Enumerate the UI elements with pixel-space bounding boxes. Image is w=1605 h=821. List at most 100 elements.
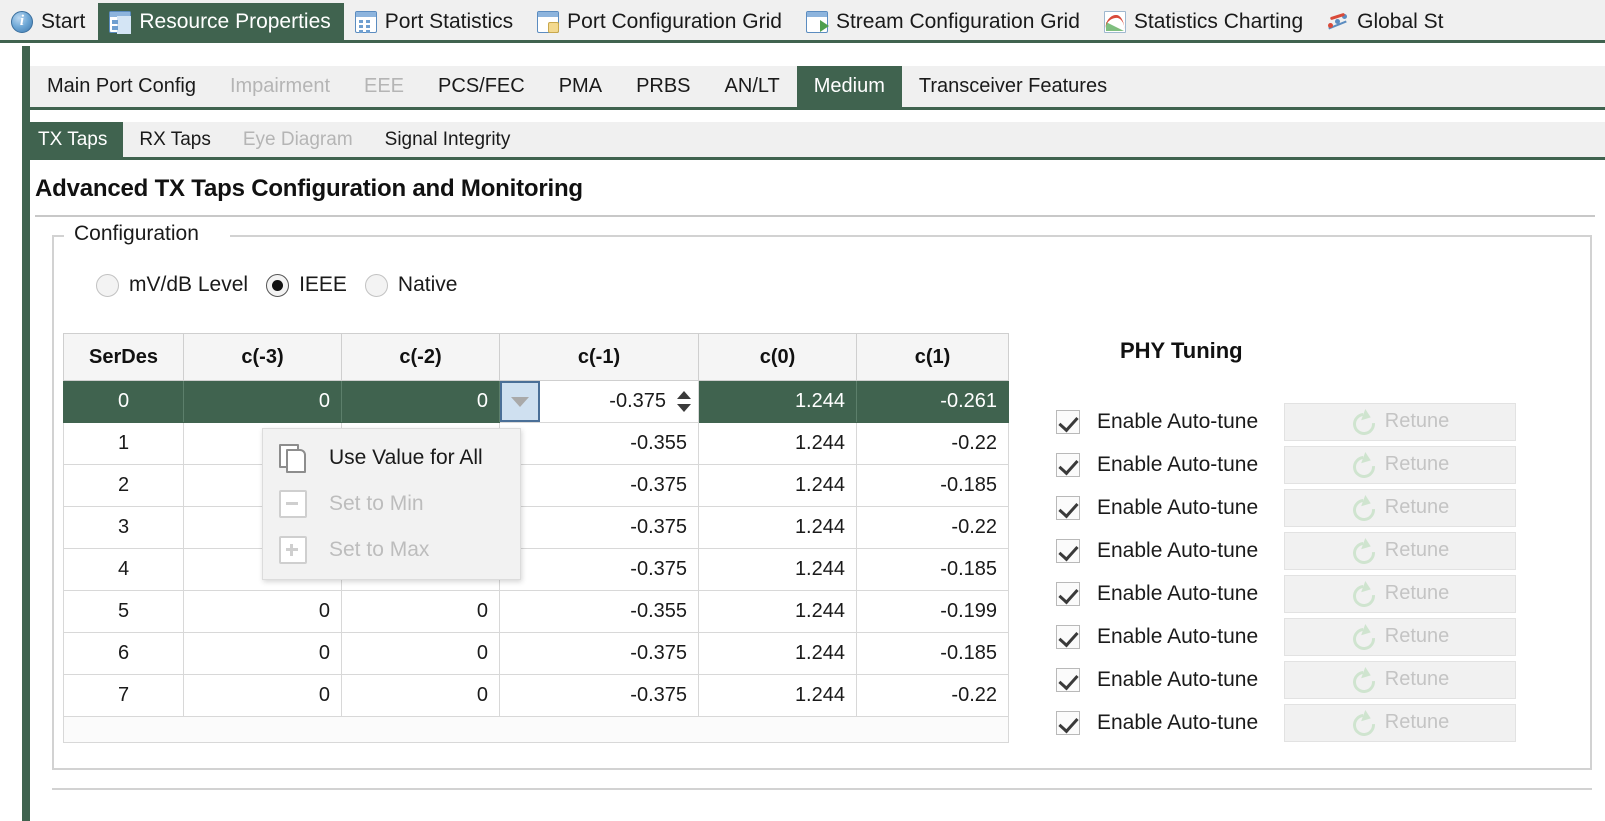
cell-SerDes[interactable]: 0: [63, 380, 184, 423]
cell-c-3[interactable]: 0: [183, 632, 342, 675]
enable-auto-tune-checkbox[interactable]: [1056, 538, 1080, 563]
editor-spinner[interactable]: [674, 381, 698, 422]
cell-c-3[interactable]: 0: [183, 590, 342, 633]
main-tab-statistics-charting[interactable]: Statistics Charting: [1093, 3, 1316, 40]
retune-button: Retune: [1284, 617, 1516, 656]
table-row[interactable]: 6 0 0 -0.375 1.244 -0.185: [63, 632, 1009, 675]
sub-tab-label: EEE: [364, 75, 405, 97]
enable-auto-tune-checkbox[interactable]: [1056, 710, 1080, 735]
cell-c1[interactable]: -0.261: [856, 380, 1009, 423]
table-row[interactable]: 100-0.3551.244-0.22: [63, 422, 1009, 465]
cell-c1[interactable]: -0.199: [856, 590, 1009, 633]
column-header-c-2[interactable]: c(-2): [341, 333, 500, 381]
cell-c-1[interactable]: -0.375: [499, 380, 699, 423]
table-row[interactable]: 5 0 0 -0.355 1.244 -0.199: [63, 590, 1009, 633]
cell-c1[interactable]: -0.185: [856, 632, 1009, 675]
enable-auto-tune-checkbox[interactable]: [1056, 409, 1080, 434]
radio-option-ieee[interactable]: IEEE: [266, 273, 365, 297]
level-mode-radio-group: mV/dB Level IEEE Native: [96, 273, 475, 297]
enable-auto-tune-checkbox[interactable]: [1056, 624, 1080, 649]
new-row-cell[interactable]: [63, 716, 1009, 743]
sub-tab-transceiver-features[interactable]: Transceiver Features: [902, 66, 1124, 107]
cell-SerDes[interactable]: 2: [63, 464, 184, 507]
sub-tab-an-lt[interactable]: AN/LT: [708, 66, 797, 107]
column-header-SerDes[interactable]: SerDes: [63, 333, 184, 381]
plus-box-icon: [279, 536, 307, 564]
main-tab-port-configuration-grid[interactable]: Port Configuration Grid: [526, 3, 795, 40]
radio-option-mv-db-level[interactable]: mV/dB Level: [96, 273, 266, 297]
cell-c0[interactable]: 1.244: [698, 380, 857, 423]
main-tab-label: Statistics Charting: [1133, 9, 1304, 33]
cell-c-2[interactable]: 0: [341, 590, 500, 633]
cell-SerDes[interactable]: 5: [63, 590, 184, 633]
inner-tab-signal-integrity[interactable]: Signal Integrity: [369, 122, 527, 157]
radio-button[interactable]: [96, 273, 119, 297]
sub-tab-label: PCS/FEC: [438, 75, 525, 97]
cell-c0[interactable]: 1.244: [698, 632, 857, 675]
column-header-c-3[interactable]: c(-3): [183, 333, 342, 381]
cell-c-3[interactable]: 0: [183, 674, 342, 717]
column-header-c1[interactable]: c(1): [856, 333, 1009, 381]
table-row[interactable]: 200-0.3751.244-0.185: [63, 464, 1009, 507]
cell-SerDes[interactable]: 1: [63, 422, 184, 465]
table-row[interactable]: 0 0 0 -0.375 1.244 -0.261: [63, 380, 1009, 423]
enable-auto-tune-checkbox[interactable]: [1056, 667, 1080, 692]
spinner-down-icon[interactable]: [677, 404, 691, 412]
main-tab-port-statistics[interactable]: Port Statistics: [344, 3, 526, 40]
cell-c-3[interactable]: 0: [183, 380, 342, 423]
sub-tab-prbs[interactable]: PRBS: [619, 66, 707, 107]
main-tab-start[interactable]: Start: [0, 3, 98, 40]
main-tab-resource-properties[interactable]: Resource Properties: [98, 3, 344, 40]
editor-dropdown-button[interactable]: [500, 381, 540, 422]
table-new-row-placeholder[interactable]: [63, 716, 1009, 743]
cell-c1[interactable]: -0.22: [856, 422, 1009, 465]
enable-auto-tune-checkbox[interactable]: [1056, 452, 1080, 477]
cell-c-2[interactable]: 0: [341, 380, 500, 423]
radio-option-native[interactable]: Native: [364, 273, 476, 297]
table-row[interactable]: 7 0 0 -0.375 1.244 -0.22: [63, 674, 1009, 717]
editor-value[interactable]: -0.375: [540, 381, 674, 422]
cell-c-2[interactable]: 0: [341, 632, 500, 675]
inner-tab-rx-taps[interactable]: RX Taps: [123, 122, 226, 157]
cell-c0[interactable]: 1.244: [698, 548, 857, 591]
cell-c-1[interactable]: -0.355: [499, 422, 699, 465]
main-tab-label: Port Configuration Grid: [567, 9, 782, 33]
cell-SerDes[interactable]: 3: [63, 506, 184, 549]
cell-c1[interactable]: -0.22: [856, 674, 1009, 717]
cell-c-2[interactable]: 0: [341, 674, 500, 717]
cell-c-1[interactable]: -0.355: [499, 590, 699, 633]
cell-c0[interactable]: 1.244: [698, 422, 857, 465]
column-header-c0[interactable]: c(0): [698, 333, 857, 381]
main-tab-global-st[interactable]: Global St: [1316, 3, 1456, 40]
cell-c-1[interactable]: -0.375: [499, 548, 699, 591]
cell-SerDes[interactable]: 7: [63, 674, 184, 717]
context-menu-item-use-value-for-all[interactable]: Use Value for All: [263, 435, 520, 481]
enable-auto-tune-checkbox[interactable]: [1056, 581, 1080, 606]
cell-c-1[interactable]: -0.375: [499, 464, 699, 507]
table-row[interactable]: 300-0.3751.244-0.22: [63, 506, 1009, 549]
cell-c0[interactable]: 1.244: [698, 590, 857, 633]
cell-c1[interactable]: -0.185: [856, 464, 1009, 507]
enable-auto-tune-checkbox[interactable]: [1056, 495, 1080, 520]
cell-c-1[interactable]: -0.375: [499, 632, 699, 675]
sub-tab-main-port-config[interactable]: Main Port Config: [30, 66, 213, 107]
cell-c0[interactable]: 1.244: [698, 464, 857, 507]
cell-SerDes[interactable]: 6: [63, 632, 184, 675]
cell-c-1[interactable]: -0.375: [499, 506, 699, 549]
cell-c1[interactable]: -0.22: [856, 506, 1009, 549]
cell-c0[interactable]: 1.244: [698, 674, 857, 717]
inner-tab-tx-taps[interactable]: TX Taps: [22, 122, 124, 157]
spinner-up-icon[interactable]: [677, 391, 691, 399]
sub-tab-medium[interactable]: Medium: [796, 66, 902, 107]
column-header-c-1[interactable]: c(-1): [499, 333, 699, 381]
cell-c-1[interactable]: -0.375: [499, 674, 699, 717]
cell-c1[interactable]: -0.185: [856, 548, 1009, 591]
sub-tab-pma[interactable]: PMA: [542, 66, 619, 107]
radio-button[interactable]: [266, 273, 290, 297]
main-tab-stream-configuration-grid[interactable]: Stream Configuration Grid: [795, 3, 1093, 40]
sub-tab-pcs-fec[interactable]: PCS/FEC: [421, 66, 542, 107]
radio-button[interactable]: [364, 273, 388, 297]
table-row[interactable]: 400-0.3751.244-0.185: [63, 548, 1009, 591]
cell-SerDes[interactable]: 4: [63, 548, 184, 591]
cell-c0[interactable]: 1.244: [698, 506, 857, 549]
